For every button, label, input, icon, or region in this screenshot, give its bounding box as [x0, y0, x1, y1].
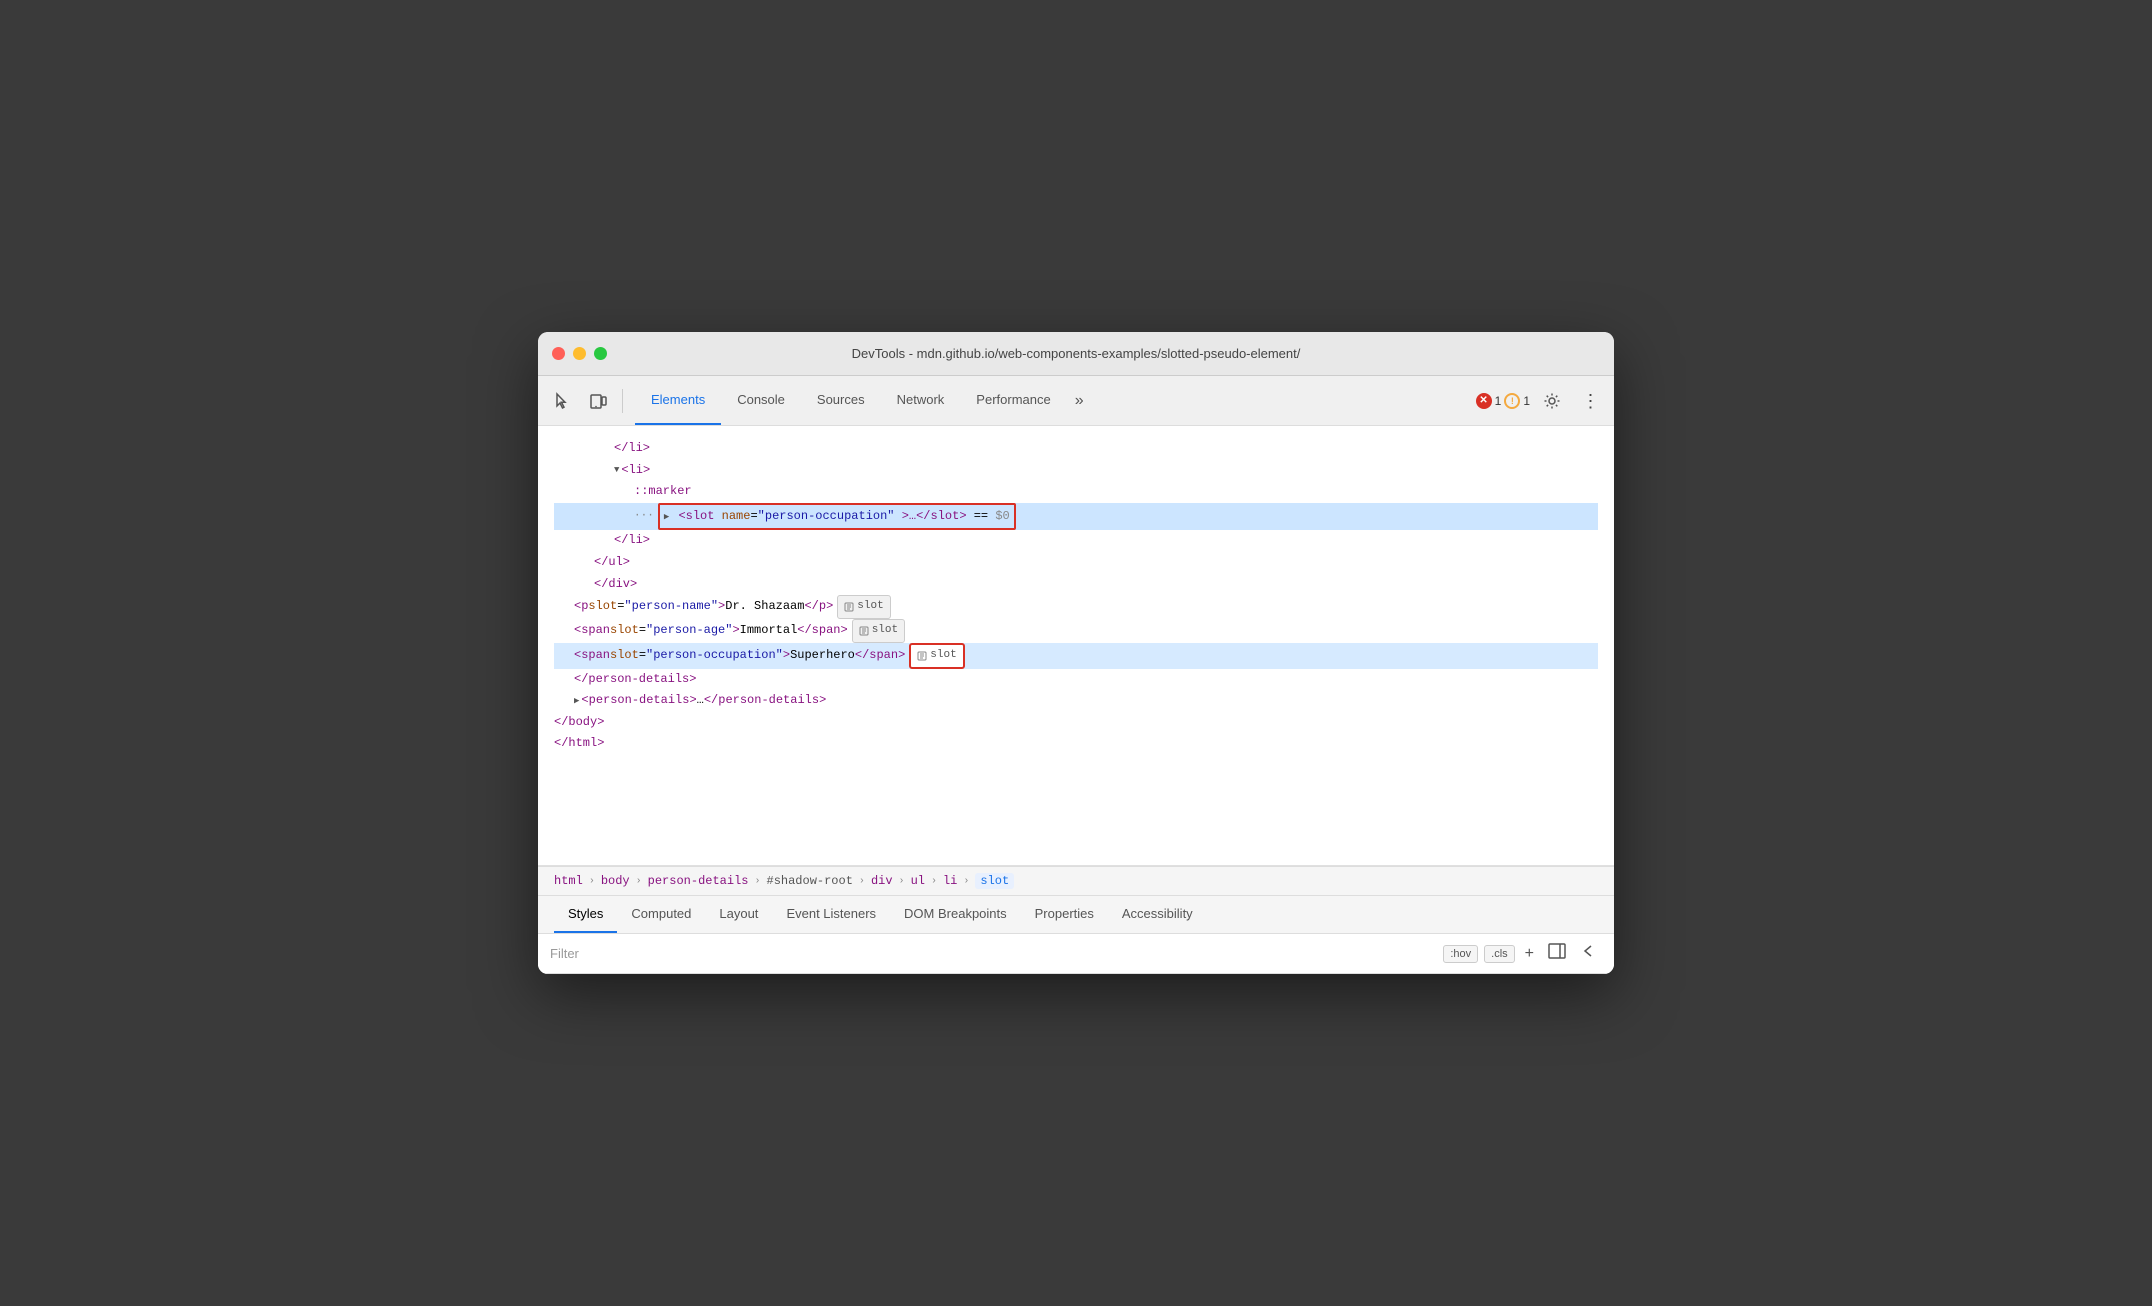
toolbar-divider	[622, 389, 623, 413]
tab-console[interactable]: Console	[721, 376, 801, 425]
device-icon-button[interactable]	[582, 385, 614, 417]
breadcrumb-person-details[interactable]: person-details	[648, 874, 749, 888]
window-title: DevTools - mdn.github.io/web-components-…	[852, 346, 1301, 361]
add-style-button[interactable]: +	[1521, 943, 1538, 965]
breadcrumb-bar: html › body › person-details › #shadow-r…	[538, 866, 1614, 896]
toolbar-right: ✕ 1 ! 1 ⋮	[1476, 385, 1606, 417]
triangle-icon: ▼	[614, 462, 619, 478]
breadcrumb-sep: ›	[963, 876, 969, 887]
tag-text: </li>	[614, 438, 650, 460]
more-tabs-button[interactable]: »	[1067, 376, 1092, 425]
warning-count: 1	[1523, 394, 1530, 408]
styles-tab-list: Styles Computed Layout Event Listeners D…	[538, 896, 1614, 934]
breadcrumb-sep: ›	[589, 876, 595, 887]
tab-list: Elements Console Sources Network Perform…	[635, 376, 1472, 425]
gear-icon	[1543, 392, 1561, 410]
tab-elements[interactable]: Elements	[635, 376, 721, 425]
dom-line-selected[interactable]: ··· ▶ <slot name="person-occupation" >…<…	[554, 503, 1598, 531]
tab-accessibility[interactable]: Accessibility	[1108, 896, 1207, 933]
breadcrumb-slot-active[interactable]: slot	[975, 873, 1014, 889]
dom-panel: </li> ▼<li> ::marker ··· ▶ <slot name="p…	[538, 426, 1614, 866]
dom-line: </li>	[554, 530, 1598, 552]
tab-network[interactable]: Network	[881, 376, 961, 425]
devtools-window: DevTools - mdn.github.io/web-components-…	[538, 332, 1614, 974]
dom-line[interactable]: <p slot="person-name" > Dr. Shazaam </p>…	[554, 595, 1598, 619]
slot-badge-icon	[859, 626, 869, 636]
dom-line: </body>	[554, 712, 1598, 734]
plus-icon: +	[1525, 945, 1534, 962]
slot-element-outlined: ▶ <slot name="person-occupation" >…</slo…	[658, 503, 1016, 531]
dom-line: ::marker	[554, 481, 1598, 503]
toggle-sidebar-button[interactable]	[1544, 940, 1570, 967]
dom-line: </div>	[554, 574, 1598, 596]
breadcrumb-li[interactable]: li	[943, 874, 957, 888]
styles-panel: Styles Computed Layout Event Listeners D…	[538, 896, 1614, 974]
dom-line[interactable]: ▼<li>	[554, 460, 1598, 482]
cls-button[interactable]: .cls	[1484, 945, 1515, 963]
tab-event-listeners[interactable]: Event Listeners	[772, 896, 890, 933]
breadcrumb-sep: ›	[899, 876, 905, 887]
traffic-lights	[552, 347, 607, 360]
breadcrumb-sep: ›	[636, 876, 642, 887]
cursor-icon-button[interactable]	[546, 385, 578, 417]
dom-line-occupation[interactable]: <span slot="person-occupation" > Superhe…	[554, 643, 1598, 669]
minimize-button[interactable]	[573, 347, 586, 360]
menu-button[interactable]: ⋮	[1574, 385, 1606, 417]
hov-button[interactable]: :hov	[1443, 945, 1478, 963]
breadcrumb-html[interactable]: html	[554, 874, 583, 888]
cursor-icon	[553, 392, 571, 410]
tab-performance[interactable]: Performance	[960, 376, 1066, 425]
filter-bar: :hov .cls +	[538, 934, 1614, 974]
error-count: 1	[1495, 394, 1502, 408]
tab-computed[interactable]: Computed	[617, 896, 705, 933]
dom-line: </html>	[554, 733, 1598, 755]
dom-line[interactable]: ▶ <person-details> … </person-details>	[554, 690, 1598, 712]
dots-menu[interactable]: ···	[634, 507, 654, 527]
slot-badge-icon	[844, 602, 854, 612]
breadcrumb-sep: ›	[931, 876, 937, 887]
errors-badge[interactable]: ✕ 1 ! 1	[1476, 393, 1530, 409]
dom-line: </ul>	[554, 552, 1598, 574]
tab-layout[interactable]: Layout	[705, 896, 772, 933]
breadcrumb-ul[interactable]: ul	[911, 874, 925, 888]
tab-styles[interactable]: Styles	[554, 896, 617, 933]
tab-properties[interactable]: Properties	[1021, 896, 1108, 933]
dom-line: </li>	[554, 438, 1598, 460]
breadcrumb-body[interactable]: body	[601, 874, 630, 888]
filter-input[interactable]	[550, 946, 1435, 961]
warning-icon: !	[1504, 393, 1520, 409]
dom-line: </person-details>	[554, 669, 1598, 691]
maximize-button[interactable]	[594, 347, 607, 360]
triangle-icon: ▶	[574, 693, 579, 709]
breadcrumb-div[interactable]: div	[871, 874, 893, 888]
filter-actions: :hov .cls +	[1443, 940, 1602, 967]
titlebar: DevTools - mdn.github.io/web-components-…	[538, 332, 1614, 376]
slot-badge[interactable]: slot	[852, 619, 905, 643]
settings-button[interactable]	[1536, 385, 1568, 417]
more-options-button[interactable]	[1576, 940, 1602, 967]
breadcrumb-shadow-root[interactable]: #shadow-root	[767, 874, 853, 888]
error-icon: ✕	[1476, 393, 1492, 409]
slot-badge-highlighted: slot	[909, 643, 964, 669]
pseudo-element: ::marker	[634, 481, 692, 503]
close-button[interactable]	[552, 347, 565, 360]
dom-line[interactable]: <span slot="person-age" > Immortal </spa…	[554, 619, 1598, 643]
tab-sources[interactable]: Sources	[801, 376, 881, 425]
slot-badge-red-icon	[917, 651, 927, 661]
menu-icon: ⋮	[1582, 392, 1599, 410]
slot-badge[interactable]: slot	[837, 595, 890, 619]
toolbar: Elements Console Sources Network Perform…	[538, 376, 1614, 426]
chevron-left-icon	[1580, 942, 1598, 960]
breadcrumb-sep: ›	[859, 876, 865, 887]
device-icon	[589, 392, 607, 410]
sidebar-icon	[1548, 942, 1566, 960]
tab-dom-breakpoints[interactable]: DOM Breakpoints	[890, 896, 1021, 933]
breadcrumb-sep: ›	[754, 876, 760, 887]
triangle-icon: ▶	[664, 509, 669, 525]
